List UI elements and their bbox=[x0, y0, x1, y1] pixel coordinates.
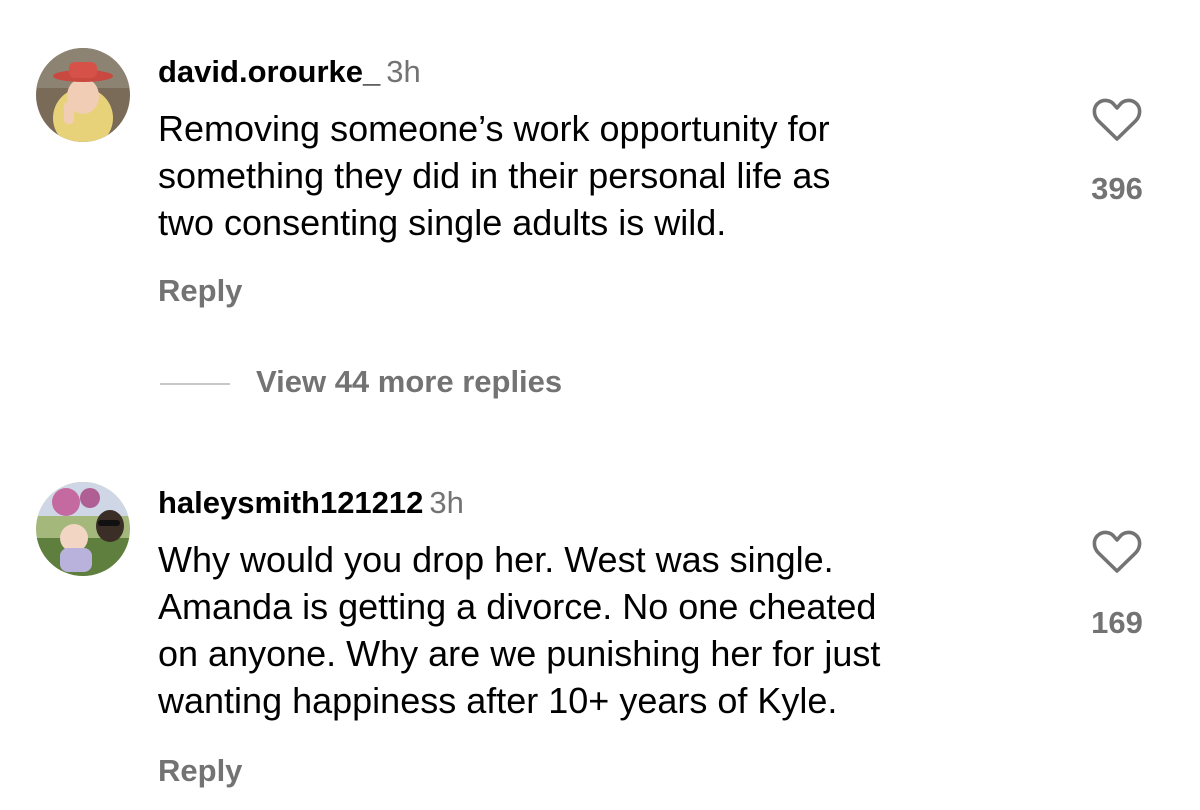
comment-line: something they did in their personal lif… bbox=[158, 155, 831, 196]
username[interactable]: david.orourke_ bbox=[158, 54, 380, 89]
avatar[interactable] bbox=[36, 482, 130, 576]
view-replies-label[interactable]: View 44 more replies bbox=[256, 364, 562, 400]
like-count: 169 bbox=[1091, 605, 1143, 640]
comment-line: Removing someone’s work opportunity for bbox=[158, 108, 830, 149]
timestamp: 3h bbox=[429, 485, 464, 520]
comment-line: wanting happiness after 10+ years of Kyl… bbox=[158, 680, 838, 721]
replies-divider bbox=[160, 383, 230, 385]
avatar[interactable] bbox=[36, 48, 130, 142]
comment-header: david.orourke_ 3h bbox=[158, 52, 421, 92]
timestamp: 3h bbox=[386, 54, 421, 89]
username[interactable]: haleysmith121212 bbox=[158, 485, 423, 520]
heart-outline-icon[interactable] bbox=[1092, 98, 1142, 142]
heart-outline-icon[interactable] bbox=[1092, 530, 1142, 574]
reply-button[interactable]: Reply bbox=[158, 753, 242, 789]
reply-button[interactable]: Reply bbox=[158, 273, 242, 309]
comment-line: two consenting single adults is wild. bbox=[158, 202, 727, 243]
comment-line: on anyone. Why are we punishing her for … bbox=[158, 633, 881, 674]
comment-line: Amanda is getting a divorce. No one chea… bbox=[158, 586, 877, 627]
comment-text: Why would you drop her. West was single.… bbox=[158, 536, 1058, 724]
comment-header: haleysmith121212 3h bbox=[158, 483, 464, 523]
comment-text: Removing someone’s work opportunity for … bbox=[158, 105, 1058, 246]
comment-line: Why would you drop her. West was single. bbox=[158, 539, 834, 580]
like-count: 396 bbox=[1091, 171, 1143, 206]
